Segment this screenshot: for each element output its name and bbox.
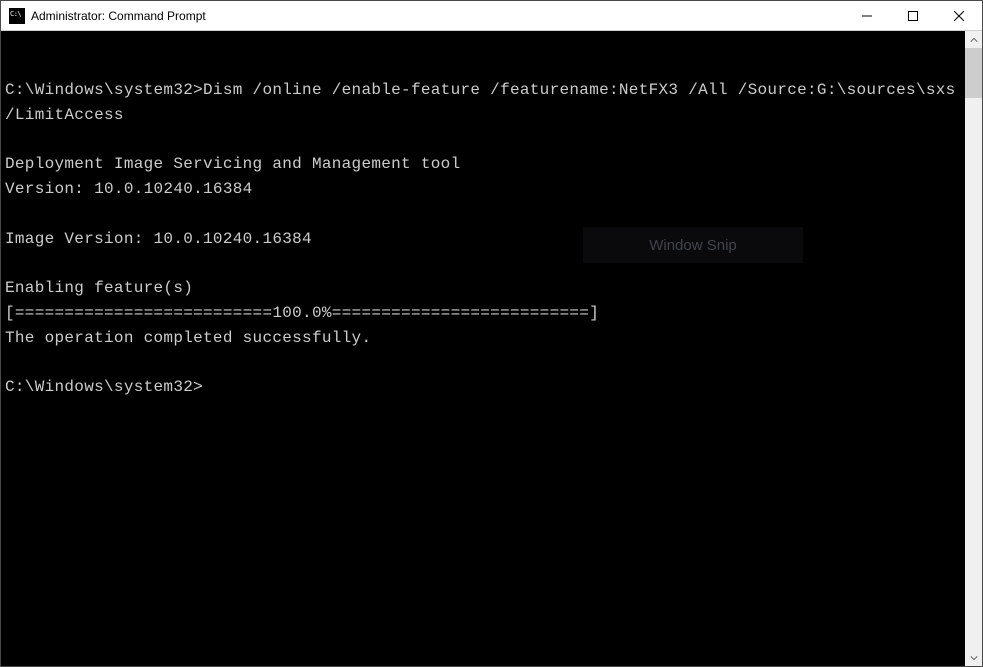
- titlebar[interactable]: Administrator: Command Prompt: [1, 1, 982, 31]
- window-title: Administrator: Command Prompt: [31, 9, 844, 23]
- minimize-button[interactable]: [844, 1, 890, 30]
- close-button[interactable]: [936, 1, 982, 30]
- cmd-icon: [9, 8, 25, 24]
- scroll-down-button[interactable]: [965, 649, 982, 666]
- maximize-icon: [908, 11, 918, 21]
- maximize-button[interactable]: [890, 1, 936, 30]
- chevron-down-icon: [970, 654, 978, 662]
- close-icon: [954, 11, 964, 21]
- scroll-up-button[interactable]: [965, 31, 982, 48]
- window-controls: [844, 1, 982, 30]
- terminal-output[interactable]: C:\Windows\system32>Dism /online /enable…: [1, 31, 965, 666]
- vertical-scrollbar[interactable]: [965, 31, 982, 666]
- content-area: C:\Windows\system32>Dism /online /enable…: [1, 31, 982, 666]
- minimize-icon: [862, 11, 872, 21]
- command-prompt-window: Administrator: Command Prompt C:\Windows…: [0, 0, 983, 667]
- chevron-up-icon: [970, 36, 978, 44]
- scroll-thumb[interactable]: [965, 48, 982, 98]
